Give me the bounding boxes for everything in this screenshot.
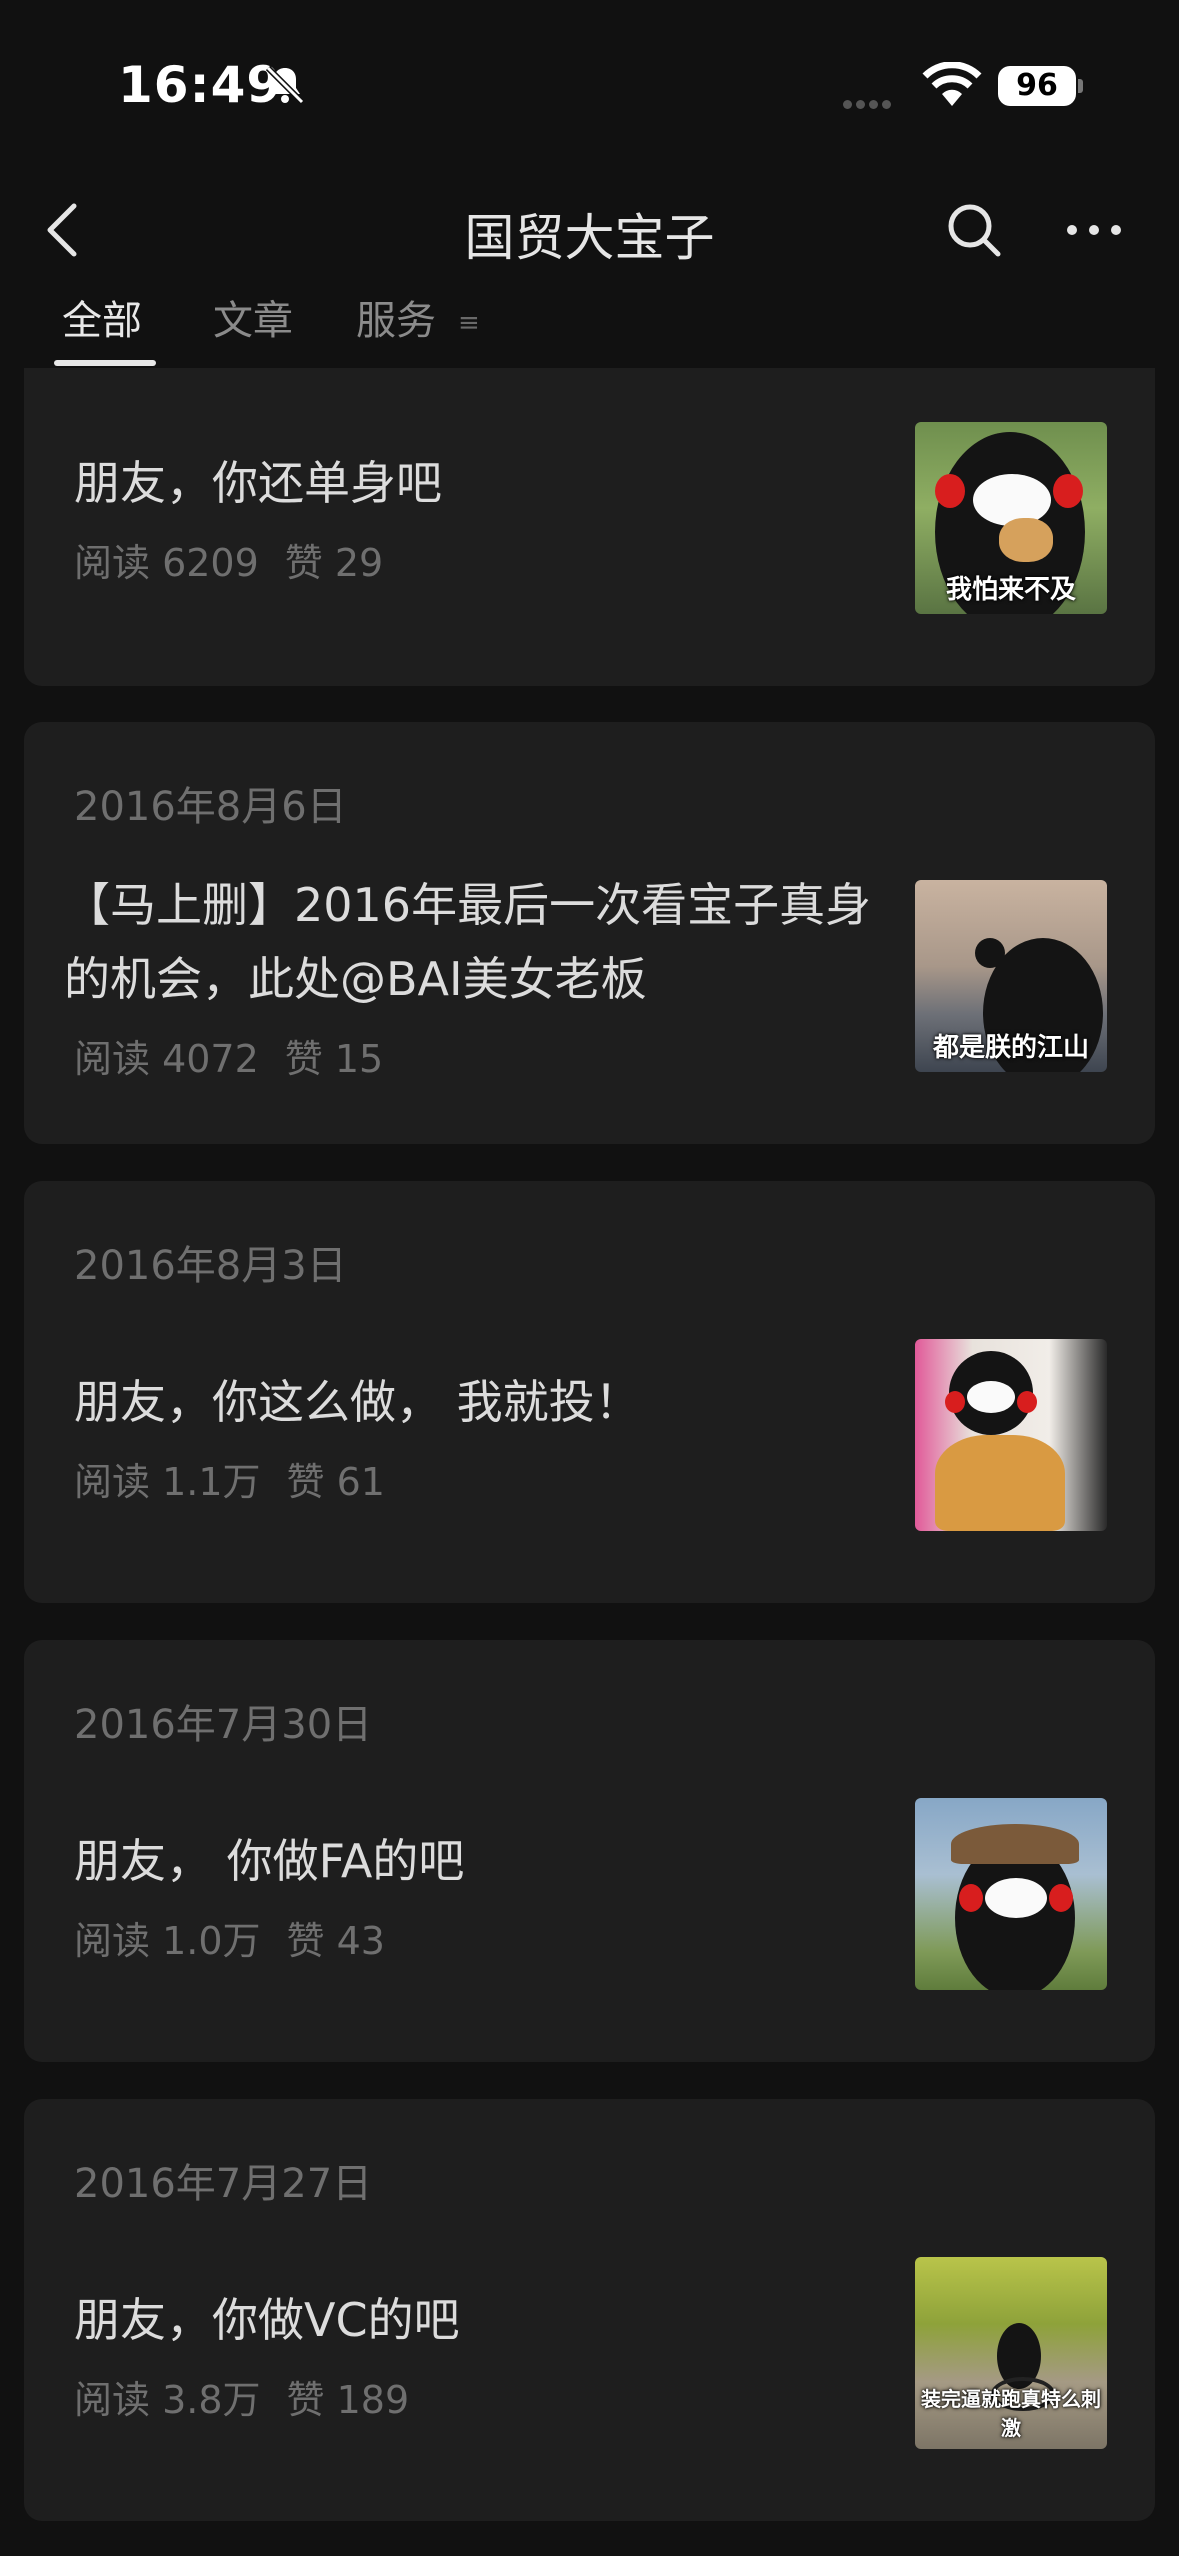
wifi-icon <box>922 62 982 106</box>
read-count: 阅读 1.1万 <box>74 1460 261 1504</box>
article-stats: 阅读 6209 赞 29 <box>74 532 409 587</box>
search-icon[interactable] <box>944 200 1004 260</box>
like-count: 赞 15 <box>284 1037 384 1081</box>
article-stats: 阅读 4072 赞 15 <box>74 1028 409 1083</box>
article-date: 2016年8月6日 <box>74 784 347 830</box>
status-time: 16:49 <box>118 56 283 114</box>
article-card[interactable]: 2016年7月27日 朋友，你做VC的吧 阅读 3.8万赞 189 装完逼就跑真… <box>24 2099 1155 2521</box>
like-count: 赞 29 <box>284 541 384 585</box>
article-title[interactable]: 【马上删】2016年最后一次看宝子真身的机会，此处@BAI美女老板 <box>64 868 884 1016</box>
article-thumbnail[interactable]: 都是朕的江山 <box>915 880 1107 1072</box>
article-thumbnail[interactable] <box>915 1798 1107 1990</box>
more-options-icon[interactable] <box>1064 220 1124 240</box>
article-date: 2016年8月3日 <box>74 1243 347 1289</box>
hat <box>951 1824 1079 1864</box>
battery-tip <box>1078 79 1083 93</box>
like-count: 赞 189 <box>286 2378 410 2422</box>
article-title[interactable]: 朋友，你这么做， 我就投！ <box>74 1365 894 1439</box>
article-title[interactable]: 朋友，你做VC的吧 <box>74 2283 894 2357</box>
article-stats: 阅读 3.8万赞 189 <box>74 2369 435 2424</box>
battery-level: 96 <box>998 66 1076 106</box>
article-stats: 阅读 1.1万赞 61 <box>74 1451 411 1506</box>
cellular-signal-icon <box>843 94 895 113</box>
dog-in-arms <box>999 518 1053 562</box>
article-title[interactable]: 朋友，你还单身吧 <box>74 446 894 520</box>
tab-services[interactable]: 服务 <box>356 288 436 346</box>
article-thumbnail[interactable]: 我怕来不及 <box>915 422 1107 614</box>
bell-muted-icon <box>265 65 305 105</box>
tab-active-indicator <box>54 360 156 366</box>
article-date: 2016年7月30日 <box>74 1702 373 1748</box>
read-count: 阅读 3.8万 <box>74 2378 261 2422</box>
tab-all[interactable]: 全部 <box>62 288 142 346</box>
article-card[interactable]: 2016年7月30日 朋友， 你做FA的吧 阅读 1.0万赞 43 <box>24 1640 1155 2062</box>
article-card[interactable]: 2016年8月6日 【马上删】2016年最后一次看宝子真身的机会，此处@BAI美… <box>24 722 1155 1144</box>
mascot-costume <box>935 1435 1065 1531</box>
article-thumbnail[interactable] <box>915 1339 1107 1531</box>
read-count: 阅读 1.0万 <box>74 1919 261 1963</box>
services-menu-icon[interactable]: ≡ <box>458 308 480 338</box>
article-date: 2016年7月27日 <box>74 2161 373 2207</box>
read-count: 阅读 4072 <box>74 1037 259 1081</box>
read-count: 阅读 6209 <box>74 541 259 585</box>
tab-articles[interactable]: 文章 <box>213 288 293 346</box>
thumbnail-caption: 我怕来不及 <box>945 575 1076 605</box>
article-card[interactable]: 2016年8月3日 朋友，你这么做， 我就投！ 阅读 1.1万赞 61 <box>24 1181 1155 1603</box>
nav-bar: 国贸大宝子 全部 文章 服务 ≡ <box>0 170 1179 370</box>
article-stats: 阅读 1.0万赞 43 <box>74 1910 411 1965</box>
article-title[interactable]: 朋友， 你做FA的吧 <box>74 1824 894 1898</box>
like-count: 赞 61 <box>286 1460 385 1504</box>
article-card[interactable]: 朋友，你还单身吧 阅读 6209 赞 29 我怕来不及 <box>24 368 1155 686</box>
thumbnail-caption: 都是朕的江山 <box>932 1033 1089 1063</box>
thumbnail-caption: 装完逼就跑真特么刺激 <box>921 2387 1101 2440</box>
article-thumbnail[interactable]: 装完逼就跑真特么刺激 <box>915 2257 1107 2449</box>
status-bar: 16:49 96 <box>0 0 1179 170</box>
like-count: 赞 43 <box>286 1919 385 1963</box>
